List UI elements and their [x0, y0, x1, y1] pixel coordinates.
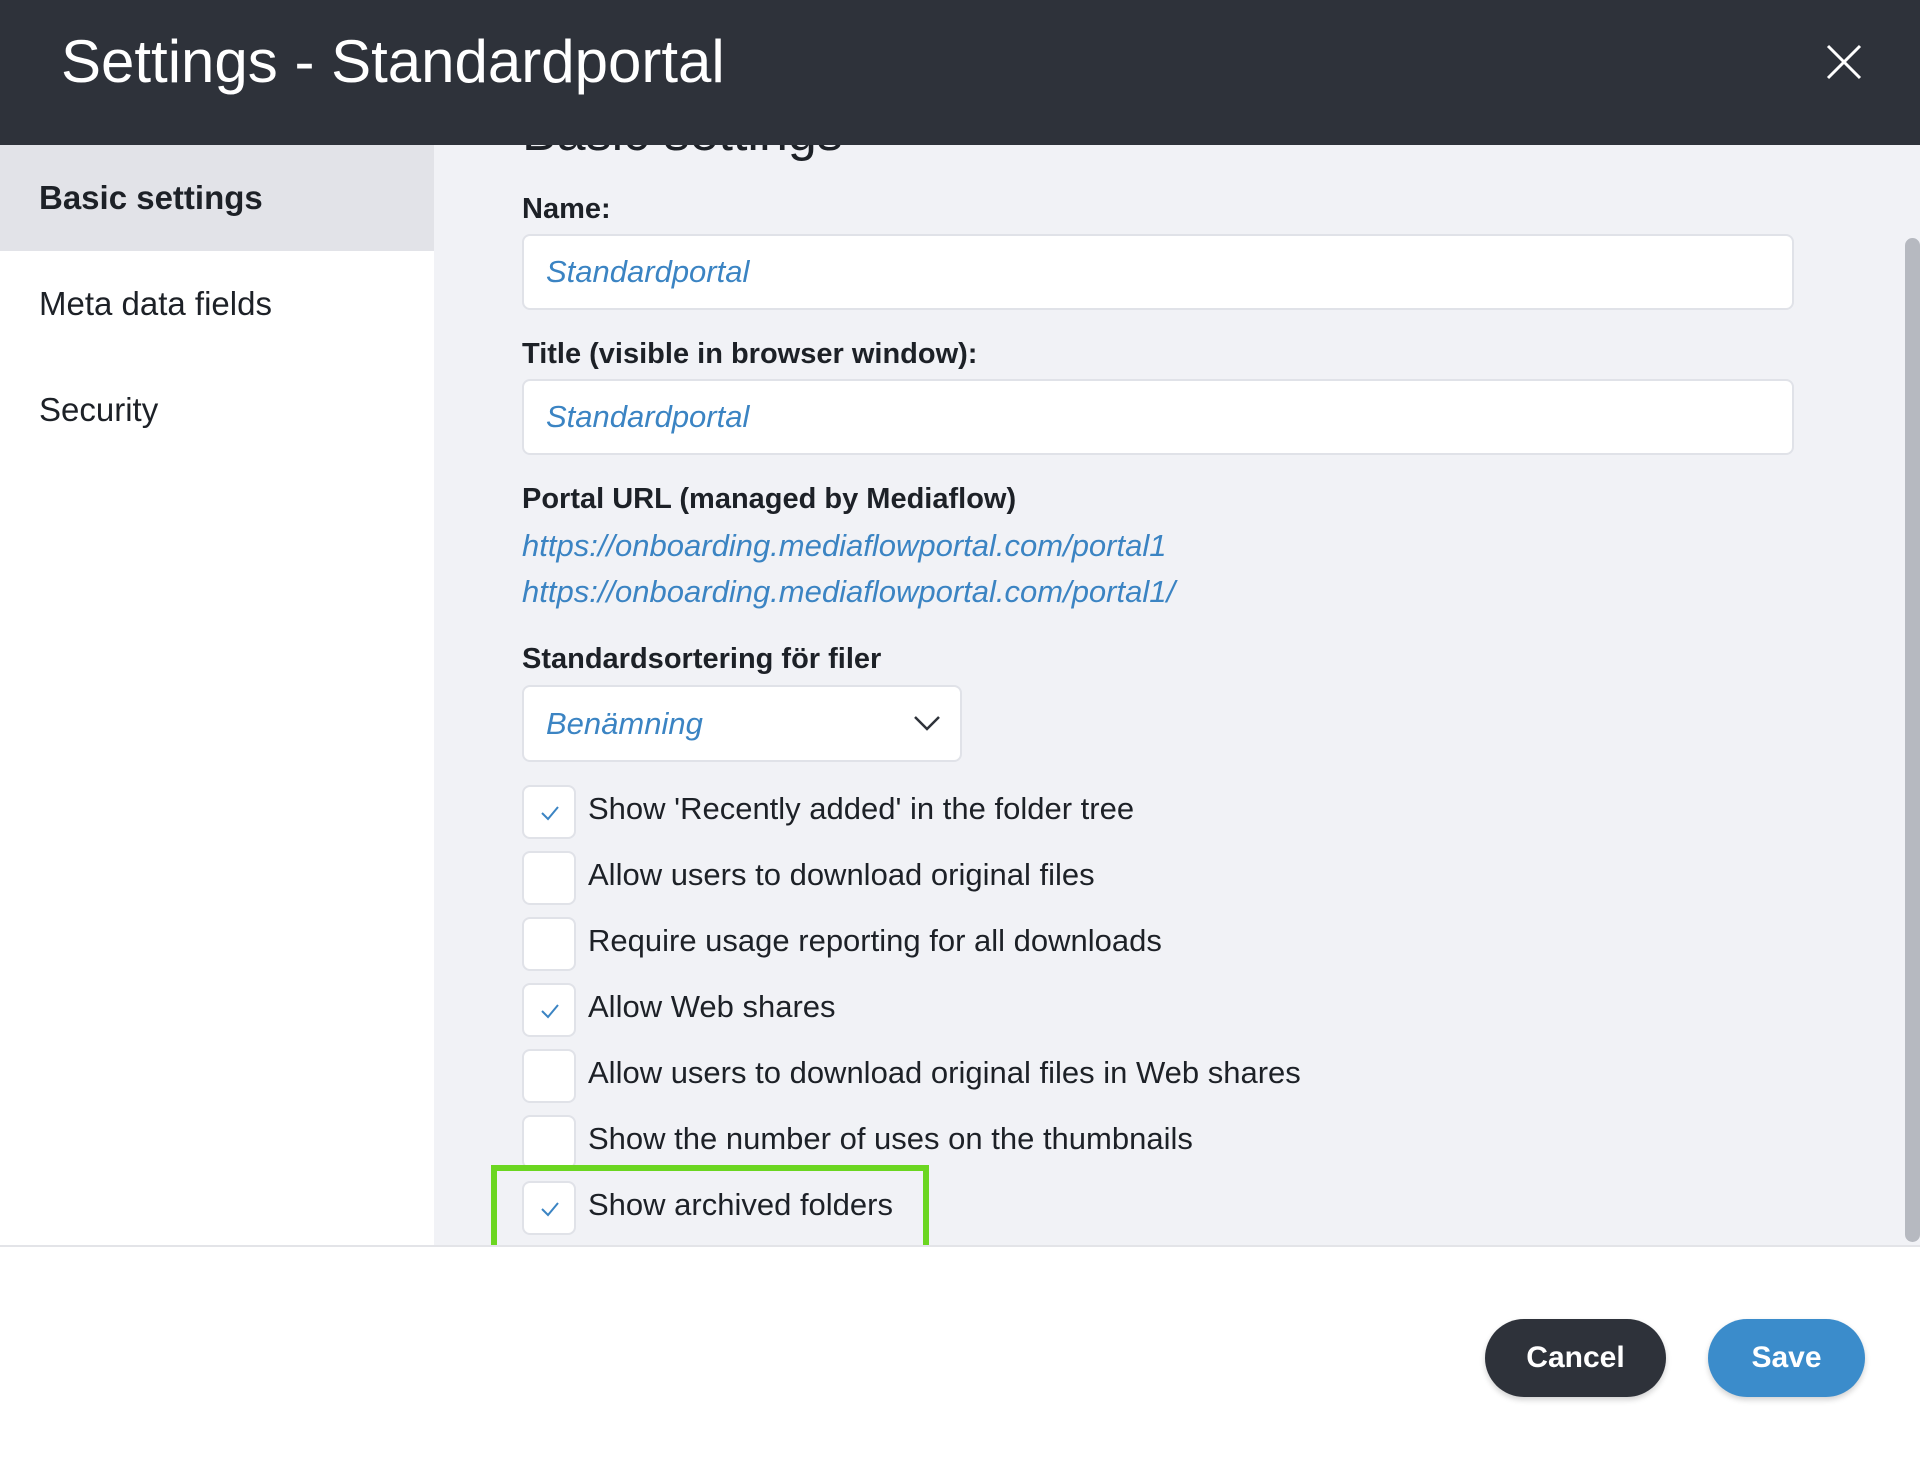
checkbox-label: Require usage reporting for all download…	[588, 923, 1162, 958]
checkbox-box[interactable]	[522, 785, 576, 839]
section-title: Basic settings	[522, 145, 843, 163]
close-button[interactable]	[1822, 40, 1866, 84]
checkbox-box[interactable]	[522, 1049, 576, 1103]
checkbox-label: Allow Web shares	[588, 989, 836, 1024]
checkbox-box[interactable]	[522, 851, 576, 905]
name-input[interactable]: Standardportal	[522, 234, 1794, 310]
checkbox-box[interactable]	[522, 917, 576, 971]
sidebar-item-security[interactable]: Security	[0, 357, 434, 463]
checkbox-label: Allow users to download original files	[588, 857, 1095, 892]
portal-url-label: Portal URL (managed by Mediaflow)	[522, 483, 1017, 515]
cancel-button[interactable]: Cancel	[1485, 1319, 1666, 1397]
checkbox-label: Show 'Recently added' in the folder tree	[588, 791, 1135, 826]
sidebar-item-meta-data-fields[interactable]: Meta data fields	[0, 251, 434, 357]
settings-content: Basic settings Name: Standardportal Titl…	[434, 145, 1920, 1245]
checkbox-label: Allow users to download original files i…	[588, 1055, 1301, 1090]
dialog-footer: Cancel Save	[0, 1245, 1920, 1458]
name-label: Name:	[522, 193, 611, 225]
settings-sidebar: Basic settings Meta data fields Security	[0, 145, 464, 1245]
sort-label: Standardsortering för filer	[522, 643, 882, 675]
chevron-down-icon	[914, 716, 940, 731]
checkbox-box[interactable]	[522, 983, 576, 1037]
checkbox-label: Show archived folders	[588, 1187, 893, 1222]
title-label: Title (visible in browser window):	[522, 338, 978, 370]
checkbox-box[interactable]	[522, 1115, 576, 1169]
save-button[interactable]: Save	[1708, 1319, 1865, 1397]
portal-url-link[interactable]: https://onboarding.mediaflowportal.com/p…	[522, 574, 1175, 610]
portal-url-link[interactable]: https://onboarding.mediaflowportal.com/p…	[522, 528, 1166, 564]
sidebar-item-basic-settings[interactable]: Basic settings	[0, 145, 464, 251]
scrollbar[interactable]	[1905, 238, 1920, 1242]
dialog-title: Settings - Standardportal	[61, 28, 725, 95]
checkbox-label: Show the number of uses on the thumbnail…	[588, 1121, 1193, 1156]
dialog-header: Settings - Standardportal	[0, 0, 1920, 145]
checkmark-icon	[541, 1004, 559, 1019]
checkbox-box[interactable]	[522, 1181, 576, 1235]
checkmark-icon	[541, 1202, 559, 1217]
sort-select-value: Benämning	[546, 706, 703, 741]
sort-select[interactable]: Benämning	[522, 685, 962, 762]
close-icon[interactable]	[1822, 40, 1866, 84]
checkmark-icon	[541, 806, 559, 821]
title-input[interactable]: Standardportal	[522, 379, 1794, 455]
